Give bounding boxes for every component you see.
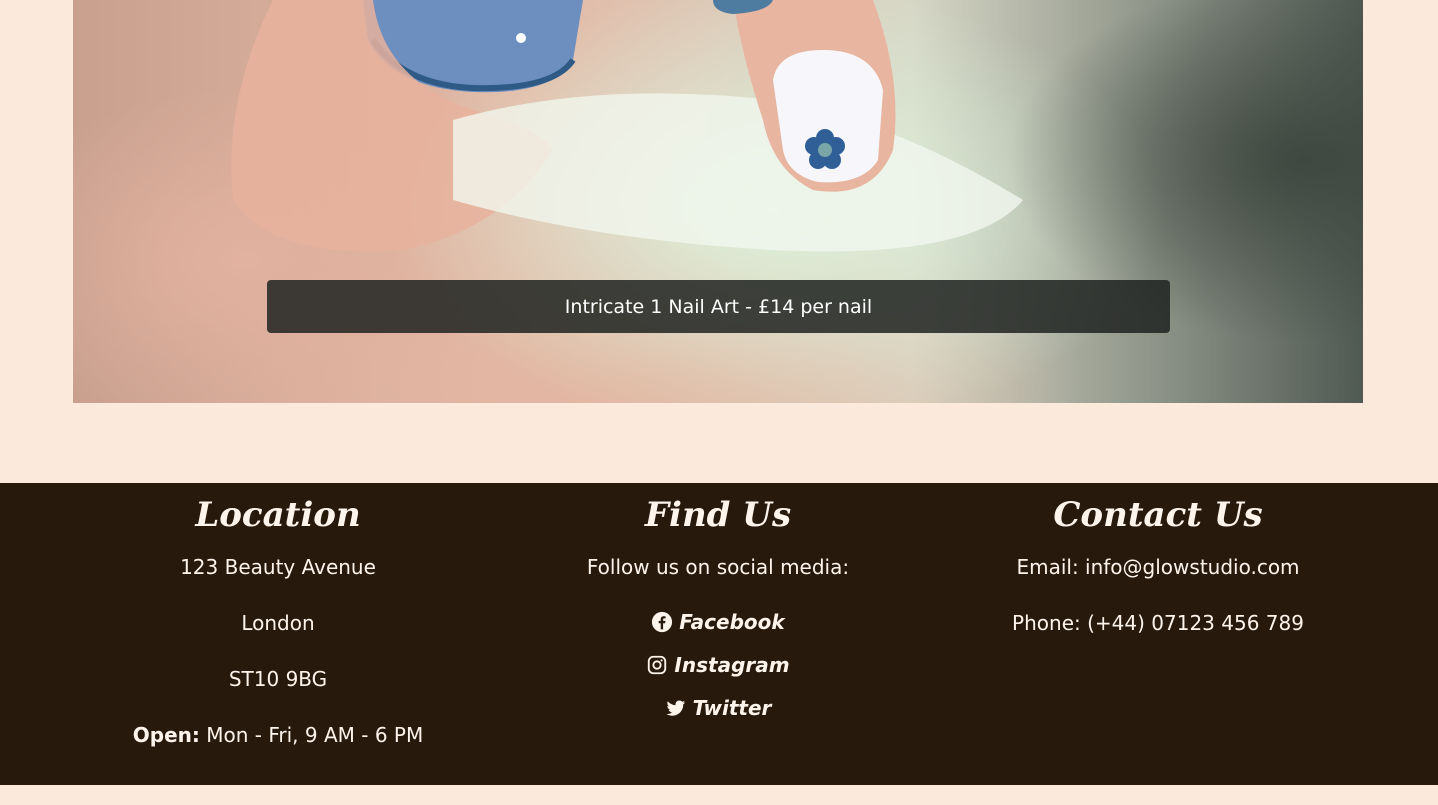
address-city: London [241,611,315,635]
nail-art-photo [231,0,1023,252]
contact-phone: Phone: (+44) 07123 456 789 [1012,611,1304,635]
carousel-caption: Intricate 1 Nail Art - £14 per nail [267,280,1170,333]
twitter-link[interactable]: Twitter [518,696,918,720]
twitter-icon [666,700,685,716]
contact-email: Email: info@glowstudio.com [1016,555,1300,579]
instagram-icon [648,655,667,675]
facebook-icon [652,611,673,633]
instagram-link-label: Instagram [674,653,790,677]
find-us-heading: Find Us [644,495,792,535]
address-street: 123 Beauty Avenue [180,555,376,579]
location-heading: Location [195,495,361,535]
facebook-link[interactable]: Facebook [518,610,918,634]
carousel-slide-image: Intricate 1 Nail Art - £14 per nail [73,0,1363,403]
opening-hours-label: Open: [132,723,200,747]
twitter-link-label: Twitter [692,696,772,720]
opening-hours-value: Mon - Fri, 9 AM - 6 PM [199,723,424,747]
address-postcode: ST10 9BG [228,667,328,691]
instagram-link[interactable]: Instagram [518,653,918,677]
site-footer: Location 123 Beauty Avenue London ST10 9… [0,483,1438,785]
social-intro: Follow us on social media: [586,555,850,579]
opening-hours: Open: Mon - Fri, 9 AM - 6 PM [78,723,478,747]
facebook-link-label: Facebook [679,610,785,634]
contact-heading: Contact Us [1053,495,1263,535]
